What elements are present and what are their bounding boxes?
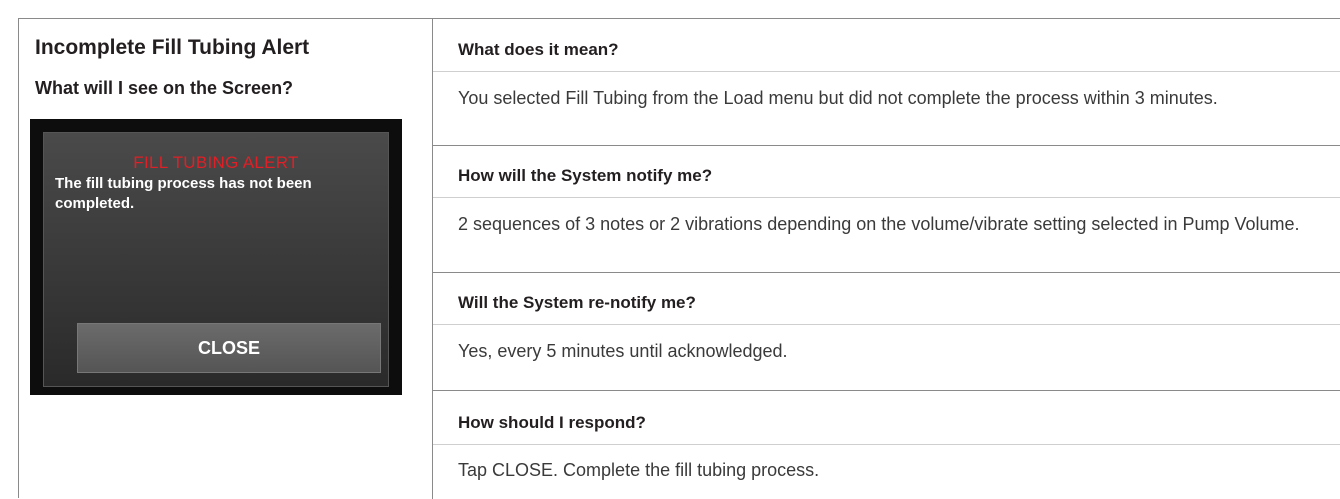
section-rule [433,444,1340,445]
section-rule [433,197,1340,198]
section-question: What does it mean? [458,40,619,59]
section-answer: Yes, every 5 minutes until acknowledged. [458,341,788,361]
section-question: How should I respond? [458,413,646,432]
right-column: What does it mean? You selected Fill Tub… [433,19,1340,498]
alert-message: The fill tubing process has not been com… [55,175,312,212]
section-meaning: What does it mean? You selected Fill Tub… [433,19,1340,119]
alert-title: FILL TUBING ALERT [133,153,299,172]
alert-info-table: Incomplete Fill Tubing Alert What will I… [18,18,1340,499]
section-notify: How will the System notify me? 2 sequenc… [433,145,1340,265]
section-answer: 2 sequences of 3 notes or 2 vibrations d… [458,214,1300,234]
page-title: Incomplete Fill Tubing Alert [35,36,310,59]
left-column: Incomplete Fill Tubing Alert What will I… [19,19,432,498]
section-answer: Tap CLOSE. Complete the fill tubing proc… [458,460,820,480]
screen-subtitle: What will I see on the Screen? [35,78,294,98]
section-rule [433,324,1340,325]
section-question: Will the System re-notify me? [458,293,696,312]
section-question: How will the System notify me? [458,166,713,185]
device-screen: FILL TUBING ALERT The fill tubing proces… [30,119,402,395]
section-renotify: Will the System re-notify me? Yes, every… [433,272,1340,390]
section-rule [433,71,1340,72]
close-button[interactable]: CLOSE [77,323,381,373]
alert-dialog: FILL TUBING ALERT The fill tubing proces… [43,132,389,387]
section-answer: You selected Fill Tubing from the Load m… [458,88,1218,108]
section-respond: How should I respond? Tap CLOSE. Complet… [433,390,1340,498]
